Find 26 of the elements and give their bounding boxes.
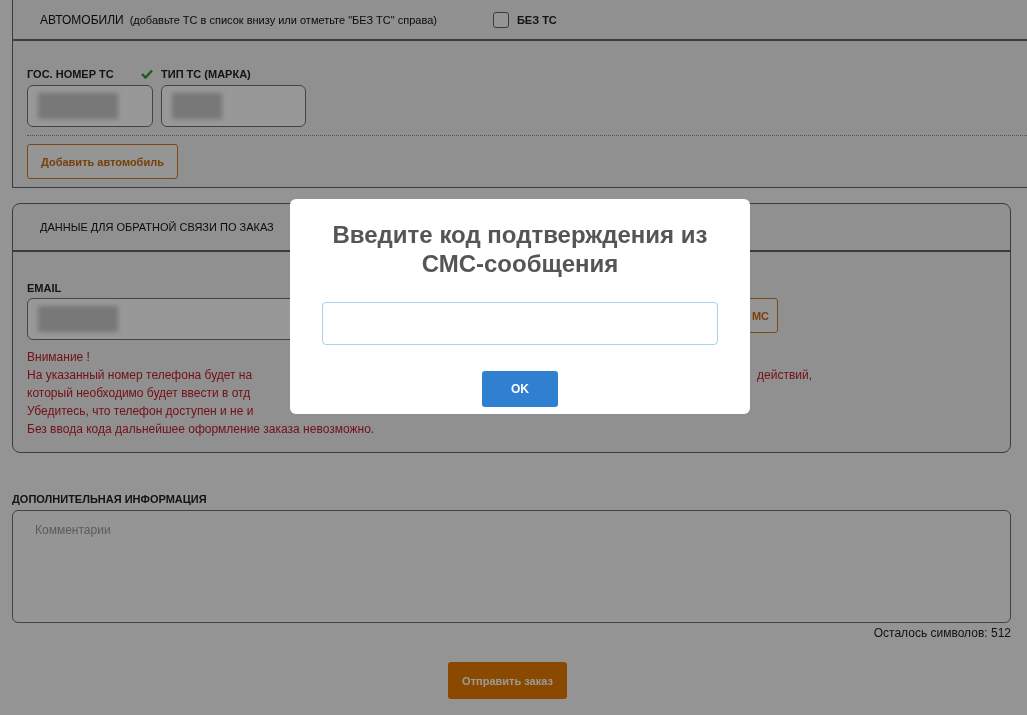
warning-text: который необходимо будет ввести в отд [27,386,251,400]
comment-field[interactable]: Комментарии [12,510,1011,623]
check-icon [141,69,153,79]
section-title: ДАННЫЕ ДЛЯ ОБРАТНОЙ СВЯЗИ ПО ЗАКАЗ [40,221,274,233]
field-label: EMAIL [27,282,63,294]
field-label: ГОС. НОМЕР ТС [27,68,114,80]
submit-button[interactable]: Отправить заказ [448,662,567,699]
input-field[interactable] [161,85,306,127]
section-title: АВТОМОБИЛИ [40,13,124,27]
ok-button[interactable]: OK [482,371,558,407]
add-vehicle-button[interactable]: Добавить автомобиль [27,144,178,179]
warning-text: Убедитесь, что телефон доступен и не и [27,404,254,418]
field-label: ТИП ТС (МАРКА) [161,68,251,80]
checkbox[interactable] [492,12,509,28]
section-hint: (добавьте ТС в список внизу или отметьте "БЕЗ ТС" справа) [129,14,437,26]
code-field[interactable] [322,302,718,345]
checkbox-label: БЕЗ ТС [516,14,557,26]
field-label: ДОПОЛНИТЕЛЬНАЯ ИНФОРМАЦИЯ [12,493,208,505]
warning-text: Без ввода кода дальнейшее оформление заказа невозможно. [27,422,375,436]
input-field[interactable] [27,85,153,127]
warning-text: Внимание ! [27,350,90,364]
warning-text: действий, [757,368,812,382]
warning-text: На указанный номер телефона будет на [27,368,253,382]
blurred-value [172,93,222,119]
char-counter: Осталось символов: 512 [873,626,1011,640]
modal-title: Введите код подтверждения из СМС-сообщения [331,220,709,278]
